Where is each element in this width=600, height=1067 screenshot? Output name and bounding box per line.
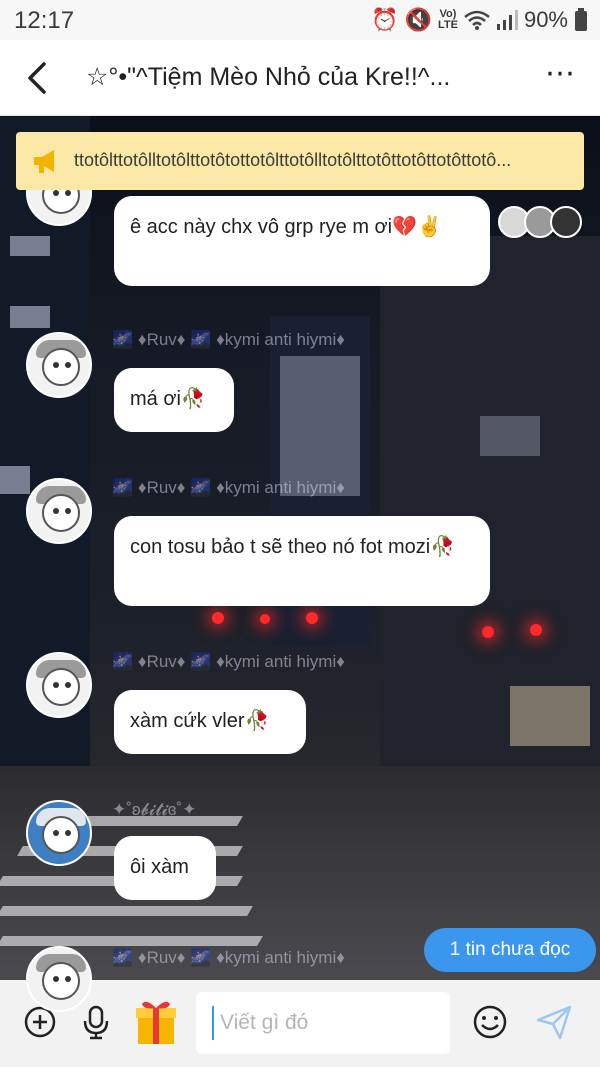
message-bubble[interactable]: ôi xàm [114,836,216,900]
pinned-announcement[interactable]: ttotôlttotôlltotôlttotôtottotôlttotôllto… [16,132,584,190]
alarm-icon: ⏰ [371,7,399,32]
sender-name[interactable]: 🌌 ♦Ruv♦ 🌌 ♦kymi anti hiymi♦ [112,478,345,498]
chat-title[interactable]: ☆°•"^Tiệm Mèo Nhỏ của Kre!!^... [86,62,516,92]
avatar[interactable] [26,800,92,866]
volte-indicator: Vo) LTE [438,9,458,31]
sender-name[interactable]: 🌌 ♦Ruv♦ 🌌 ♦kymi anti hiymi♦ [112,330,345,350]
message-bubble[interactable]: xàm cứk vler🥀 [114,690,306,754]
message-text: xàm cứk vler🥀 [130,710,270,732]
avatar[interactable] [26,478,92,544]
message-field[interactable] [196,992,450,1054]
message-text: ê acc này chx vô grp rye m ơi💔✌️ [130,216,442,238]
emoji-icon[interactable] [470,1002,510,1042]
message-bubble[interactable]: má ơi🥀 [114,368,234,432]
sender-name[interactable]: 🌌 ♦Ruv♦ 🌌 ♦kymi anti hiymi♦ [112,652,345,672]
battery-icon [575,8,587,31]
avatar[interactable] [26,652,92,718]
battery-percent: 90% [523,7,568,32]
more-options-icon[interactable]: ⋯ [545,56,578,91]
message-input[interactable] [212,1006,442,1040]
microphone-icon[interactable] [76,1002,116,1042]
reader-avatar [550,206,582,238]
status-bar: 12:17 ⏰ 🔇 Vo) LTE 90% [0,0,600,40]
gift-icon[interactable] [134,998,178,1046]
sender-name[interactable]: ✦˚ʚ𝓫𝓲𝓽𝓲ɞ˚✦ [112,800,196,820]
chat-header: ☆°•"^Tiệm Mèo Nhỏ của Kre!!^... ⋯ [0,40,600,116]
avatar[interactable] [26,946,92,1012]
signal-icon [496,10,518,30]
message-bubble[interactable]: con tosu bảo t sẽ theo nó fot mozi🥀 [114,516,490,606]
mute-icon: 🔇 [404,7,432,32]
status-time: 12:17 [14,7,75,34]
megaphone-icon [34,150,54,173]
wifi-icon [464,10,490,30]
message-text: ôi xàm [130,856,189,878]
send-icon[interactable] [534,1002,574,1042]
message-text: con tosu bảo t sẽ theo nó fot mozi🥀 [130,536,456,558]
message-bubble[interactable]: ê acc này chx vô grp rye m ơi💔✌️ [114,196,490,286]
sender-name[interactable]: 🌌 ♦Ruv♦ 🌌 ♦kymi anti hiymi♦ [112,948,345,968]
status-icons: ⏰ 🔇 Vo) LTE 90% [371,6,588,34]
lte-label: LTE [437,19,458,31]
unread-messages-button[interactable]: 1 tin chưa đọc [424,928,596,972]
message-text: má ơi🥀 [130,388,206,410]
read-by-avatars[interactable] [498,200,594,244]
pinned-text: ttotôlttotôlltotôlttotôtottotôlttotôllto… [74,150,512,170]
back-arrow-icon[interactable] [18,56,58,100]
message-input-bar [0,980,600,1067]
avatar[interactable] [26,332,92,398]
